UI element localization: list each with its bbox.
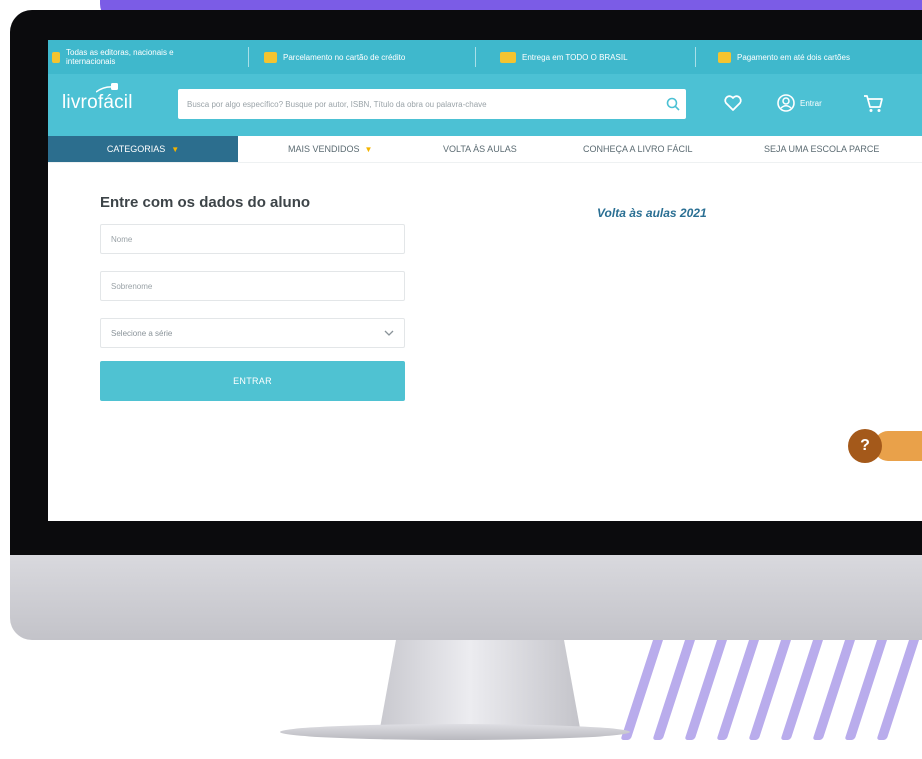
info-item-installments: Parcelamento no cartão de crédito	[264, 40, 405, 74]
first-name-input[interactable]	[100, 224, 405, 254]
user-icon	[777, 94, 795, 112]
monitor-chin	[10, 555, 922, 640]
card-icon	[264, 51, 277, 63]
nav-label: SEJA UMA ESCOLA PARCE	[764, 144, 880, 154]
chevron-down-icon: ▼	[171, 144, 180, 154]
info-text: Todas as editoras, nacionais e internaci…	[66, 48, 174, 66]
nav-item-partner-school[interactable]: SEJA UMA ESCOLA PARCE	[764, 136, 879, 162]
info-text: Pagamento em até dois cartões	[737, 52, 850, 62]
info-item-publishers: Todas as editoras, nacionais e internaci…	[52, 40, 216, 74]
categories-menu[interactable]: CATEGORIAS ▼	[48, 136, 238, 162]
last-name-input[interactable]	[100, 271, 405, 301]
nav-item-best-sellers[interactable]: MAIS VENDIDOS ▼	[288, 136, 372, 162]
heart-icon[interactable]	[723, 93, 743, 113]
nav-label: VOLTA ÀS AULAS	[443, 144, 517, 154]
info-text: Parcelamento no cartão de crédito	[283, 52, 406, 62]
site-header: livrofácil Entrar	[48, 74, 922, 136]
info-divider	[695, 47, 696, 67]
chevron-down-icon: ▼	[364, 144, 373, 154]
login-label: Entrar	[800, 98, 822, 108]
nav-label: MAIS VENDIDOS	[288, 144, 360, 154]
book-icon	[52, 51, 60, 63]
main-nav: CATEGORIAS ▼ MAIS VENDIDOS ▼ VOLTA ÀS AU…	[48, 136, 922, 163]
back-to-school-title: Volta às aulas 2021	[597, 206, 707, 220]
info-item-delivery: Entrega em TODO O BRASIL	[500, 40, 628, 74]
categories-label: CATEGORIAS	[106, 144, 166, 154]
help-button[interactable]: ?	[848, 429, 882, 463]
payment-icon	[718, 51, 731, 63]
info-bar: Todas as editoras, nacionais e internaci…	[48, 40, 922, 74]
info-divider	[475, 47, 476, 67]
info-text: Entrega em TODO O BRASIL	[522, 52, 628, 62]
chevron-down-icon	[384, 330, 394, 336]
info-divider	[248, 47, 249, 67]
nav-item-about[interactable]: CONHEÇA A LIVRO FÁCIL	[583, 136, 693, 162]
truck-icon	[500, 51, 516, 63]
nav-label: CONHEÇA A LIVRO FÁCIL	[583, 144, 693, 154]
login-button[interactable]: Entrar	[776, 93, 822, 113]
cart-icon[interactable]	[862, 92, 884, 114]
monitor-stand-neck	[380, 640, 580, 728]
search-icon[interactable]	[665, 96, 681, 112]
search-input[interactable]	[178, 89, 686, 119]
website-screen: Todas as editoras, nacionais e internaci…	[48, 40, 922, 521]
form-title: Entre com os dados do aluno	[100, 194, 311, 211]
grade-select[interactable]: Selecione a série	[100, 318, 405, 348]
monitor-stand-base	[280, 724, 630, 740]
nav-item-back-to-school[interactable]: VOLTA ÀS AULAS	[443, 136, 517, 162]
info-item-payment: Pagamento em até dois cartões	[718, 40, 850, 74]
grade-select-value: Selecione a série	[111, 328, 173, 338]
site-logo[interactable]: livrofácil	[62, 92, 133, 114]
submit-button[interactable]: ENTRAR	[100, 361, 405, 401]
